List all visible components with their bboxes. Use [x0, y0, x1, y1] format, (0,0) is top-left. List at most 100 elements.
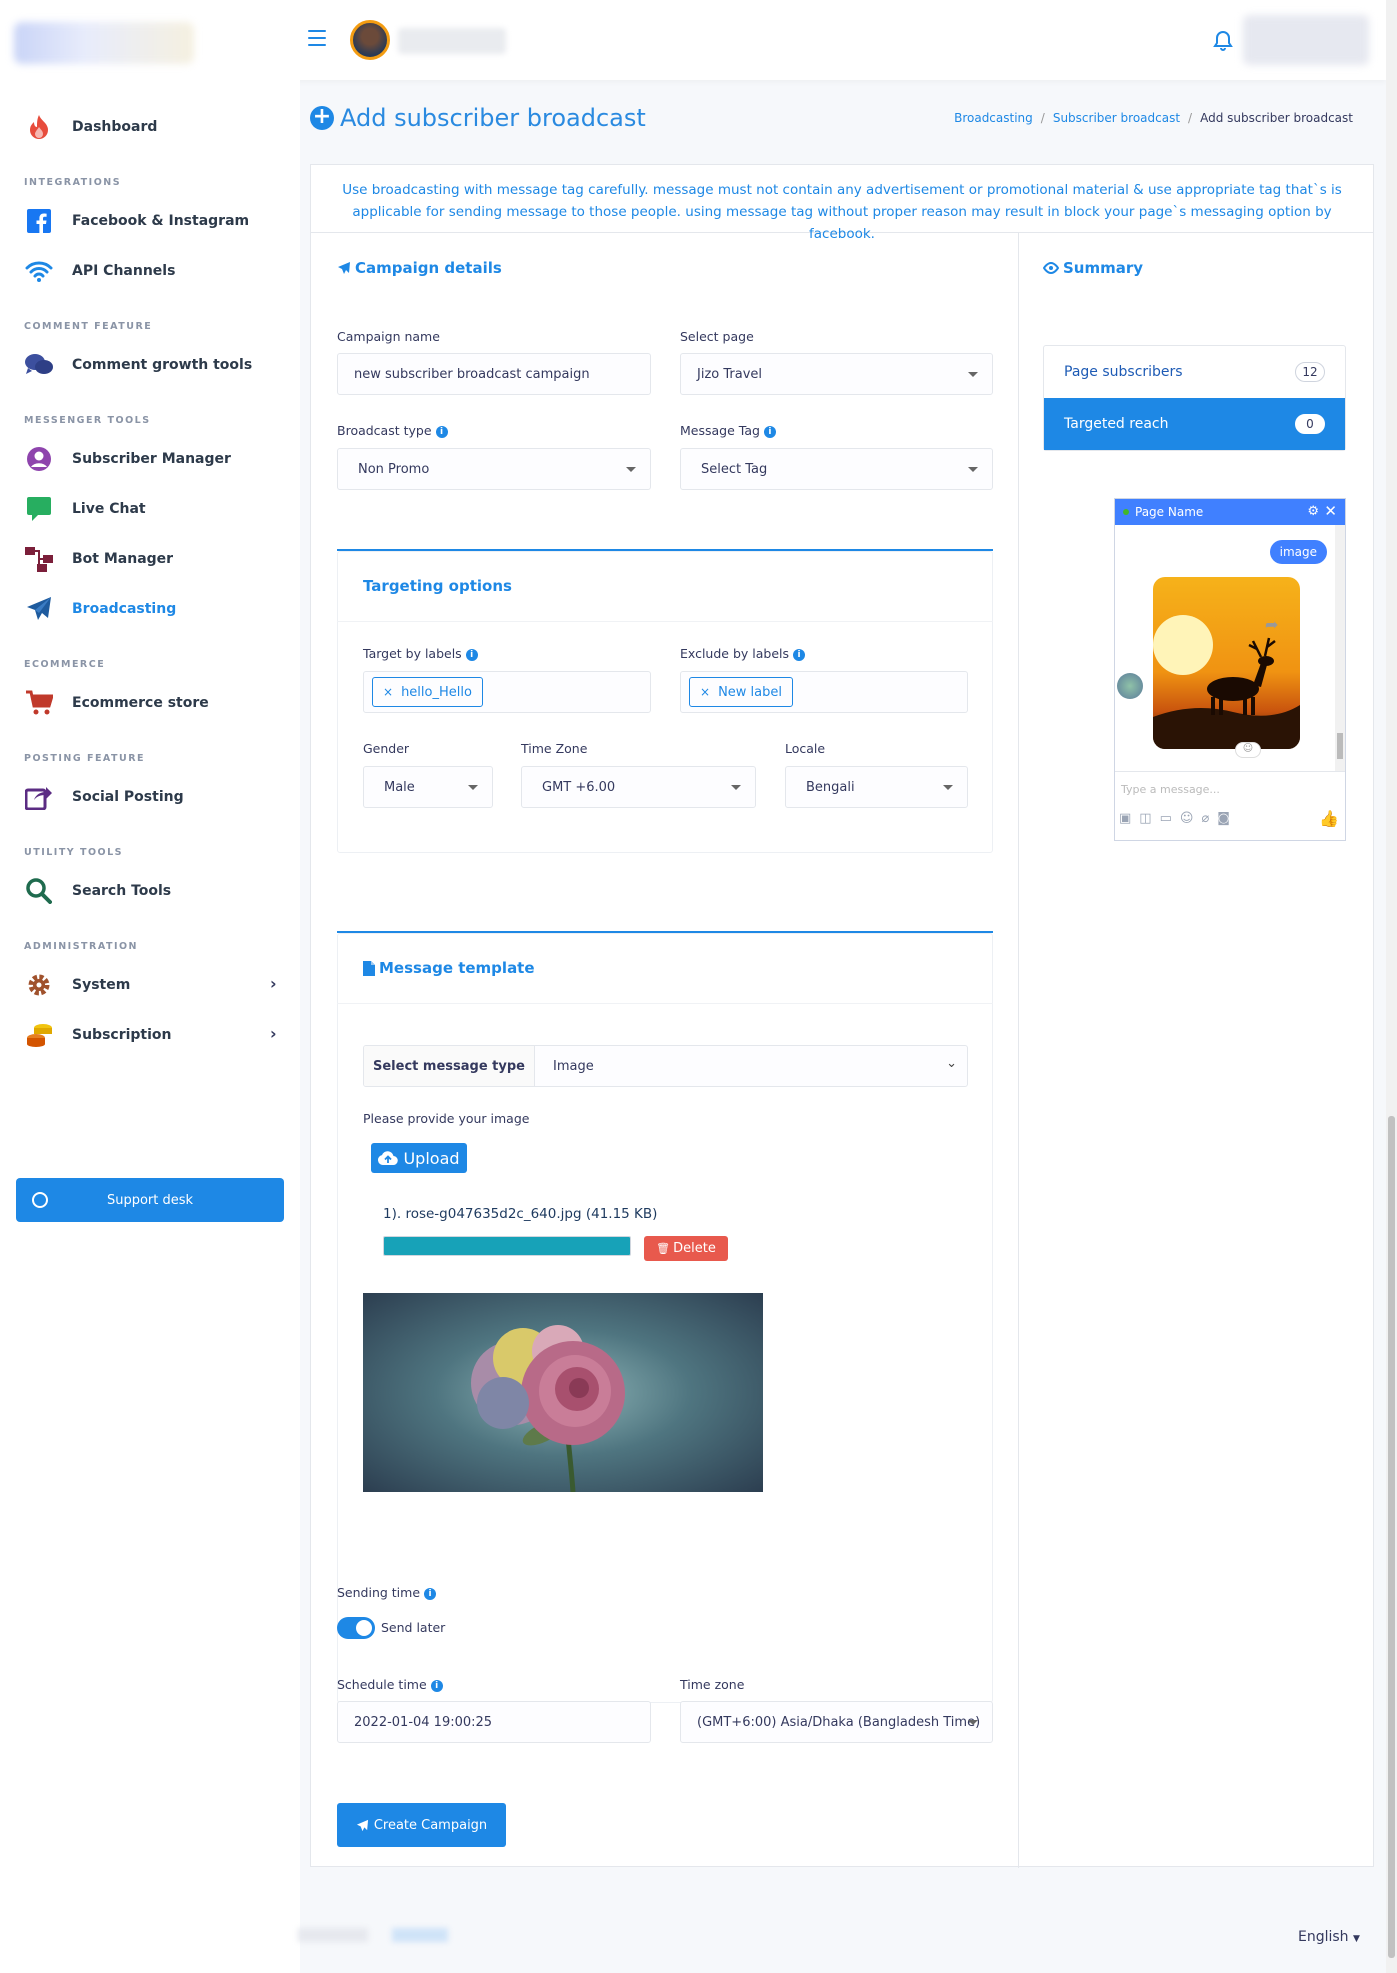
- locale-label: Locale: [785, 741, 826, 756]
- upload-button[interactable]: Upload: [371, 1143, 467, 1173]
- chevron-down-icon: ⌄: [946, 1056, 957, 1071]
- preview-page-name: Page Name: [1135, 505, 1204, 519]
- info-icon[interactable]: i: [435, 425, 448, 438]
- message-input[interactable]: Type a message...: [1121, 783, 1220, 796]
- info-icon[interactable]: i: [465, 648, 478, 661]
- delete-button[interactable]: 🗑 Delete: [644, 1236, 728, 1261]
- delete-label: Delete: [673, 1241, 716, 1256]
- online-dot: [1123, 509, 1129, 515]
- caret-down-icon: ▼: [1353, 1934, 1360, 1944]
- select-type-addon: Select message type: [364, 1046, 535, 1086]
- bot-image-message: [1153, 577, 1300, 749]
- scrollbar-thumb[interactable]: [1337, 733, 1343, 759]
- sidebar-item-bot-manager[interactable]: Bot Manager: [24, 542, 173, 576]
- language-switcher[interactable]: English ▼: [1298, 1929, 1360, 1945]
- message-tag-dropdown[interactable]: Select Tag: [680, 448, 993, 490]
- time-zone-value: GMT +6.00: [542, 779, 616, 795]
- composer-toolbar: ▣ ◫ ▭ ☺ ⌀ ◙: [1119, 811, 1230, 826]
- sidebar-item-live-chat[interactable]: Live Chat: [24, 492, 146, 526]
- sidebar-item-label: Social Posting: [72, 789, 184, 805]
- info-icon[interactable]: i: [793, 648, 805, 661]
- select-page-value: Jizo Travel: [697, 366, 762, 382]
- language-label: English: [1298, 1929, 1349, 1945]
- gender-label: Gender: [363, 741, 410, 756]
- preview-scrollbar[interactable]: [1335, 525, 1345, 771]
- page-subscribers-row[interactable]: Page subscribers 12: [1044, 346, 1345, 398]
- create-campaign-button[interactable]: Create Campaign: [337, 1803, 506, 1847]
- sidebar-item-facebook[interactable]: Facebook & Instagram: [24, 204, 249, 238]
- rose-image: [471, 1325, 625, 1492]
- page-scrollbar[interactable]: [1386, 0, 1397, 1973]
- target-labels-select[interactable]: × hello_Hello: [363, 671, 651, 713]
- chevron-right-icon[interactable]: ›: [270, 974, 277, 993]
- page-avatar[interactable]: [350, 20, 390, 60]
- gif-icon[interactable]: ▭: [1160, 811, 1172, 826]
- info-icon[interactable]: i: [763, 425, 776, 438]
- schedule-time-input[interactable]: 2022-01-04 19:00:25: [337, 1701, 651, 1743]
- emoji-icon[interactable]: ☺: [1180, 811, 1194, 826]
- time-zone-dropdown[interactable]: GMT +6.00: [521, 766, 756, 808]
- support-label: Support desk: [106, 1192, 194, 1208]
- reaction-icon[interactable]: ☺: [1235, 742, 1261, 758]
- sidebar-item-api-channels[interactable]: API Channels: [24, 254, 175, 288]
- share-icon[interactable]: ➦: [1265, 615, 1278, 634]
- sending-time-label: Sending time i: [337, 1585, 437, 1600]
- support-desk-button[interactable]: Support desk: [16, 1178, 284, 1222]
- locale-dropdown[interactable]: Bengali: [785, 766, 968, 808]
- broadcast-type-dropdown[interactable]: Non Promo: [337, 448, 651, 490]
- campaign-name-input[interactable]: new subscriber broadcast campaign: [337, 353, 651, 395]
- breadcrumb-broadcasting[interactable]: Broadcasting: [954, 111, 1033, 125]
- gender-dropdown[interactable]: Male: [363, 766, 493, 808]
- brand-logo[interactable]: [14, 22, 194, 64]
- sidebar-item-ecommerce[interactable]: Ecommerce store: [24, 686, 209, 720]
- column-divider: [1018, 233, 1019, 1868]
- sidebar-item-search-tools[interactable]: Search Tools: [24, 874, 171, 908]
- remove-tag-icon[interactable]: ×: [383, 685, 393, 699]
- sidebar-item-comment-growth[interactable]: Comment growth tools: [24, 348, 252, 382]
- target-labels-label: Target by labels i: [363, 646, 478, 661]
- menu-toggle-icon[interactable]: [308, 30, 326, 46]
- attachment-icon[interactable]: ⌀: [1201, 811, 1209, 826]
- blurred-page-name: [398, 28, 506, 54]
- sidebar-item-dashboard[interactable]: Dashboard: [24, 110, 157, 144]
- send-later-label: Send later: [381, 1620, 446, 1635]
- targeted-reach-row[interactable]: Targeted reach 0: [1044, 398, 1345, 450]
- sidebar-item-system[interactable]: System: [24, 968, 130, 1002]
- sidebar-item-subscriber-manager[interactable]: Subscriber Manager: [24, 442, 231, 476]
- info-icon[interactable]: i: [424, 1587, 437, 1600]
- schedule-time-zone-dropdown[interactable]: (GMT+6:00) Asia/Dhaka (Bangladesh Time): [680, 1701, 993, 1743]
- sidebar-item-social-posting[interactable]: Social Posting: [24, 780, 184, 814]
- info-icon[interactable]: i: [430, 1679, 443, 1692]
- remove-tag-icon[interactable]: ×: [700, 685, 710, 699]
- bell-icon[interactable]: [1213, 30, 1233, 52]
- sticker-icon[interactable]: ◫: [1139, 811, 1151, 826]
- sidebar-item-broadcasting[interactable]: Broadcasting: [24, 592, 176, 626]
- thumbs-up-icon[interactable]: 👍: [1319, 809, 1339, 828]
- breadcrumb-subscriber-broadcast[interactable]: Subscriber broadcast: [1053, 111, 1180, 125]
- page-title-text: Add subscriber broadcast: [340, 104, 646, 132]
- section-heading: UTILITY TOOLS: [24, 847, 124, 858]
- camera-icon[interactable]: ◙: [1217, 811, 1230, 826]
- caret-down-icon: [943, 785, 953, 790]
- message-type-select[interactable]: Select message type Image ⌄: [363, 1045, 968, 1087]
- breadcrumb: Broadcasting / Subscriber broadcast / Add su…: [954, 111, 1353, 125]
- user-menu[interactable]: [1243, 15, 1369, 65]
- sidebar-item-subscription[interactable]: Subscription: [24, 1018, 172, 1052]
- user-message-bubble: image: [1269, 540, 1327, 564]
- gear-icon[interactable]: ⚙: [1307, 504, 1319, 519]
- sidebar-item-label: Ecommerce store: [72, 695, 209, 711]
- campaign-details-title: Campaign details: [337, 259, 502, 277]
- eye-icon: [1043, 262, 1059, 274]
- chevron-right-icon[interactable]: ›: [270, 1024, 277, 1043]
- blurred-link[interactable]: [392, 1928, 448, 1942]
- sidebar-item-label: Live Chat: [72, 501, 146, 517]
- send-later-toggle[interactable]: [337, 1617, 375, 1639]
- select-page-dropdown[interactable]: Jizo Travel: [680, 353, 993, 395]
- photo-icon[interactable]: ▣: [1119, 811, 1131, 826]
- label-tag[interactable]: × hello_Hello: [372, 677, 483, 707]
- page-scrollbar-thumb[interactable]: [1388, 1116, 1395, 1958]
- close-icon[interactable]: ✕: [1324, 502, 1337, 520]
- fire-icon: [24, 112, 54, 142]
- label-tag[interactable]: × New label: [689, 677, 793, 707]
- exclude-labels-select[interactable]: × New label: [680, 671, 968, 713]
